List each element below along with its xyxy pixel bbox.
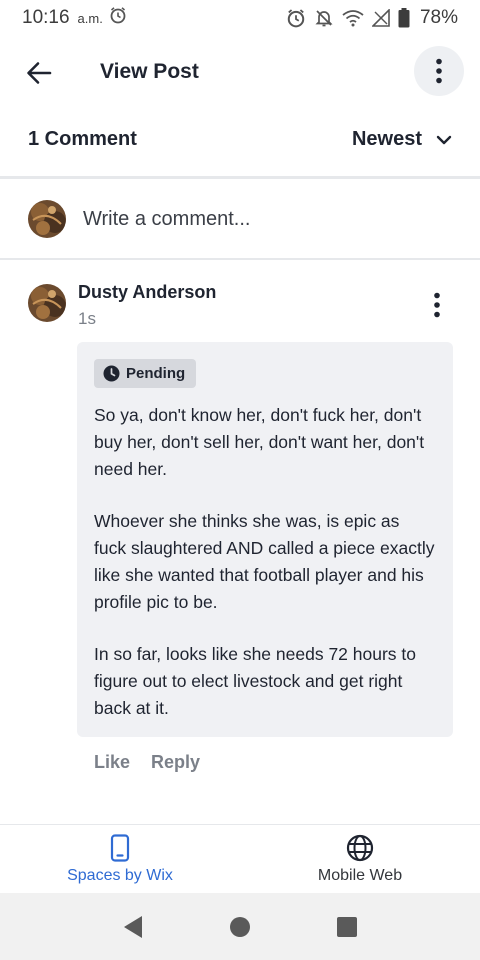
divider bbox=[0, 258, 480, 260]
comments-header: 1 Comment Newest bbox=[0, 120, 480, 162]
nav-recents-button[interactable] bbox=[327, 907, 367, 947]
page-title: View Post bbox=[100, 60, 199, 83]
tab-label: Mobile Web bbox=[317, 866, 403, 884]
write-comment-field[interactable]: Write a comment... bbox=[28, 198, 458, 240]
status-bar: 10:16 a.m. 78% bbox=[0, 0, 480, 36]
comment-body: So ya, don't know her, don't fuck her, d… bbox=[94, 402, 436, 722]
status-badge: Pending bbox=[94, 359, 197, 388]
comment-actions: Like Reply bbox=[94, 752, 200, 773]
notifications-muted-icon bbox=[314, 8, 334, 28]
app-bar: View Post bbox=[0, 44, 480, 100]
alarm-icon bbox=[109, 6, 127, 30]
tab-spaces-by-wix[interactable]: Spaces by Wix bbox=[0, 825, 240, 893]
nav-back-button[interactable] bbox=[113, 907, 153, 947]
square-recents-icon bbox=[336, 916, 357, 937]
comment-paragraph: In so far, looks like she needs 72 hours… bbox=[94, 644, 416, 718]
write-comment-placeholder: Write a comment... bbox=[83, 207, 251, 230]
avatar bbox=[28, 200, 66, 238]
comment-paragraph: Whoever she thinks she was, is epic as f… bbox=[94, 511, 435, 612]
back-button[interactable] bbox=[22, 56, 56, 90]
wifi-icon bbox=[342, 9, 364, 27]
circle-home-icon bbox=[229, 916, 250, 937]
comment-bubble: Pending So ya, don't know her, don't fuc… bbox=[77, 342, 453, 737]
divider bbox=[0, 176, 480, 179]
clock-icon bbox=[103, 365, 120, 382]
more-vertical-icon bbox=[434, 292, 440, 318]
tab-label: Spaces by Wix bbox=[67, 866, 173, 884]
comment-more-button[interactable] bbox=[422, 288, 452, 322]
comment-count: 1 Comment bbox=[28, 128, 137, 150]
triangle-back-icon bbox=[124, 915, 143, 938]
system-navigation-bar bbox=[0, 893, 480, 960]
status-badge-label: Pending bbox=[126, 365, 186, 382]
battery-percentage: 78% bbox=[419, 7, 458, 28]
globe-icon bbox=[346, 834, 374, 862]
comment-author-avatar[interactable] bbox=[28, 284, 66, 322]
reply-button[interactable]: Reply bbox=[151, 752, 200, 773]
status-time: 10:16 bbox=[22, 7, 70, 28]
status-ampm: a.m. bbox=[77, 10, 103, 26]
signal-icon bbox=[371, 9, 390, 27]
tab-mobile-web[interactable]: Mobile Web bbox=[240, 825, 480, 893]
nav-home-button[interactable] bbox=[220, 907, 260, 947]
phone-icon bbox=[110, 833, 130, 862]
comment-timestamp: 1s bbox=[78, 309, 96, 328]
alarm-icon bbox=[286, 8, 306, 28]
comment-paragraph: So ya, don't know her, don't fuck her, d… bbox=[94, 405, 425, 479]
chevron-down-icon bbox=[436, 135, 452, 144]
more-vertical-icon bbox=[436, 58, 442, 84]
arrow-left-icon bbox=[27, 62, 52, 84]
sort-label: Newest bbox=[351, 128, 422, 150]
sort-dropdown[interactable]: Newest bbox=[352, 128, 452, 151]
battery-icon bbox=[398, 8, 410, 28]
bottom-tab-bar: Spaces by Wix Mobile Web bbox=[0, 825, 480, 893]
comment-author-name[interactable]: Dusty Anderson bbox=[78, 282, 216, 303]
like-button[interactable]: Like bbox=[94, 752, 130, 773]
more-options-button[interactable] bbox=[414, 46, 464, 96]
